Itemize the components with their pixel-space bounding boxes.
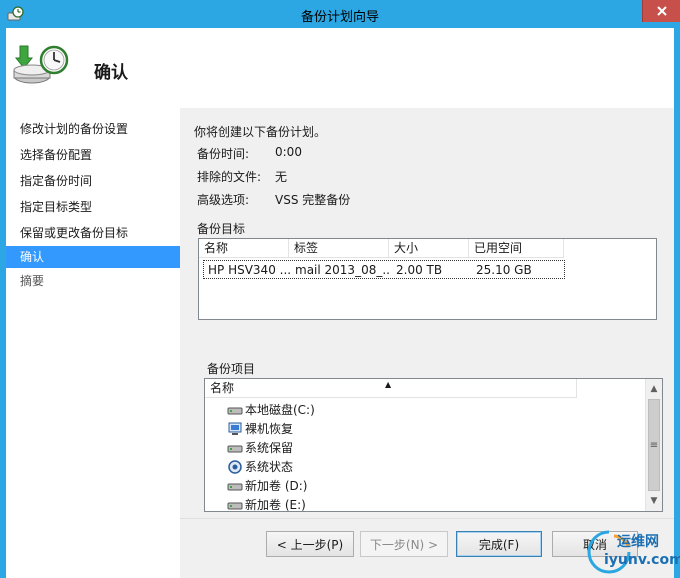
item-label: 新加卷 (D:) [245, 479, 308, 493]
next-button[interactable]: 下一步(N) > [360, 531, 448, 557]
nav-step-modify-settings[interactable]: 修改计划的备份设置 [6, 118, 180, 140]
nav-step-backup-target[interactable]: 保留或更改备份目标 [6, 222, 180, 244]
list-item[interactable]: 本地磁盘(C:) [227, 401, 315, 419]
destination-used-cell: 25.10 GB [476, 263, 532, 277]
backup-time-label: 备份时间: [197, 147, 250, 161]
list-item[interactable]: 新加卷 (D:) [227, 477, 307, 495]
column-header-size[interactable]: 大小 [389, 239, 469, 258]
table-row[interactable]: HP HSV340 ... mail 2013_08_... 2.00 TB 2… [203, 260, 565, 279]
scroll-thumb[interactable]: ≡ [648, 399, 660, 491]
excluded-files-value: 无 [275, 170, 288, 184]
watermark-line-1: 运维网 [617, 534, 659, 550]
wizard-header: 确认 [6, 28, 674, 108]
item-label: 系统状态 [245, 460, 294, 474]
excluded-files-label: 排除的文件: [197, 170, 262, 184]
nav-step-backup-time[interactable]: 指定备份时间 [6, 170, 180, 192]
destination-label-cell: mail 2013_08_... [295, 263, 391, 277]
item-label: 新加卷 (E:) [245, 498, 306, 512]
list-item[interactable]: 新加卷 (E:) [227, 496, 306, 512]
back-button[interactable]: < 上一步(P) [266, 531, 354, 557]
item-label: 本地磁盘(C:) [245, 403, 315, 417]
destination-name-cell: HP HSV340 ... [208, 263, 290, 277]
confirm-panel: 你将创建以下备份计划。 备份时间: 0:00 排除的文件: 无 高级选项: VS… [180, 108, 674, 518]
wizard-window: 备份计划向导 确认 修改计划的备份设置 选择备份配置 指定备份时间 指定目标类型… [0, 0, 680, 578]
nav-step-target-type[interactable]: 指定目标类型 [6, 196, 180, 218]
drive-icon [227, 407, 243, 415]
system-state-icon [228, 460, 242, 474]
backup-items-label: 备份项目 [207, 362, 256, 376]
backup-destination-list[interactable]: 名称 标签 大小 已用空间 HP HSV340 ... mail 2013_08… [198, 238, 657, 320]
title-bar[interactable]: 备份计划向导 [0, 0, 680, 28]
scroll-grip-icon: ≡ [649, 439, 659, 451]
scroll-down-icon[interactable]: ▼ [646, 493, 662, 509]
column-header-label[interactable]: 标签 [289, 239, 389, 258]
destination-size-cell: 2.00 TB [396, 263, 443, 277]
nav-step-summary: 摘要 [20, 274, 45, 288]
backup-items-list[interactable]: 名称 ▲ 本地磁盘(C:) 裸机恢复 系统保留 系统状态 新加卷 (D:) 新加… [204, 378, 663, 512]
backup-time-value: 0:00 [275, 145, 302, 159]
wizard-client: 确认 修改计划的备份设置 选择备份配置 指定备份时间 指定目标类型 保留或更改备… [6, 28, 674, 578]
drive-icon [227, 483, 243, 491]
nav-step-confirm[interactable]: 确认 [6, 246, 180, 268]
list-item[interactable]: 裸机恢复 [227, 420, 293, 438]
drive-icon [227, 502, 243, 510]
list-item[interactable]: 系统状态 [227, 458, 293, 476]
items-column-name: 名称 [210, 381, 235, 395]
site-watermark: 运维网 iyunv.com [584, 528, 680, 578]
window-title: 备份计划向导 [300, 10, 379, 25]
close-button[interactable] [642, 0, 680, 22]
scroll-up-icon[interactable]: ▲ [646, 381, 662, 397]
wizard-steps-nav: 修改计划的备份设置 选择备份配置 指定备份时间 指定目标类型 保留或更改备份目标… [6, 108, 180, 578]
column-header-used-space[interactable]: 已用空间 [469, 239, 564, 258]
finish-button[interactable]: 完成(F) [456, 531, 542, 557]
nav-step-backup-config[interactable]: 选择备份配置 [6, 144, 180, 166]
close-icon [656, 6, 667, 16]
watermark-line-2: iyunv.com [604, 552, 680, 568]
list-item[interactable]: 系统保留 [227, 439, 293, 457]
page-title: 确认 [94, 63, 128, 83]
advanced-options-value: VSS 完整备份 [275, 193, 351, 207]
advanced-options-label: 高级选项: [197, 193, 250, 207]
drive-icon [227, 445, 243, 453]
bare-metal-icon [228, 422, 242, 435]
intro-text: 你将创建以下备份计划。 [194, 125, 327, 139]
backup-wizard-icon [13, 45, 69, 84]
backup-destination-label: 备份目标 [197, 222, 246, 236]
item-label: 裸机恢复 [245, 422, 294, 436]
column-header-name[interactable]: 名称 [199, 239, 289, 258]
sort-ascending-icon: ▲ [385, 380, 392, 389]
item-label: 系统保留 [245, 441, 294, 455]
items-scrollbar[interactable]: ▲ ≡ ▼ [645, 379, 662, 511]
items-column-header[interactable]: 名称 ▲ [205, 379, 577, 398]
